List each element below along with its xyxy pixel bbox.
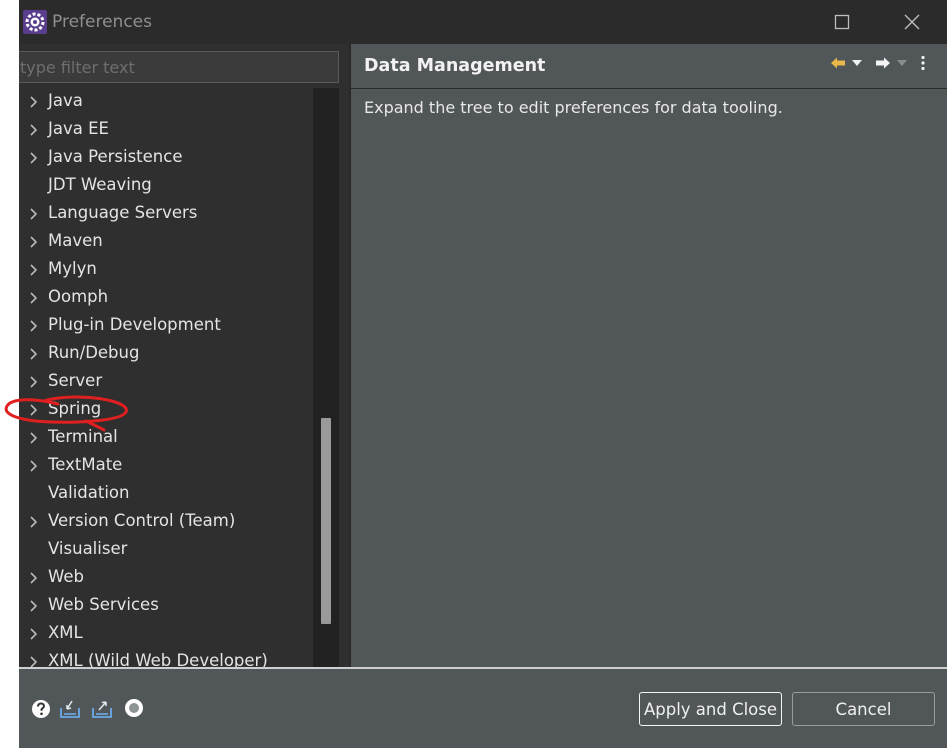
maximize-icon xyxy=(834,14,850,30)
minimize-button[interactable] xyxy=(736,0,806,44)
tree-item-label: TextMate xyxy=(48,455,123,474)
tree-item-web[interactable]: Web xyxy=(19,564,313,592)
tree-item-label: Web Services xyxy=(48,595,159,614)
tree-item-label: Server xyxy=(48,371,103,390)
chevron-right-icon[interactable] xyxy=(27,319,41,333)
tree-item-java-persistence[interactable]: Java Persistence xyxy=(19,144,313,172)
tree-item-textmate[interactable]: TextMate xyxy=(19,452,313,480)
tree-item-label: Java EE xyxy=(48,119,109,138)
tree-item-label: JDT Weaving xyxy=(48,175,152,194)
tree-item-label: Maven xyxy=(48,231,103,250)
tree-item-label: Java Persistence xyxy=(48,147,183,166)
chevron-right-icon[interactable] xyxy=(27,431,41,445)
chevron-right-icon[interactable] xyxy=(27,515,41,529)
tree-item-label: Oomph xyxy=(48,287,109,306)
tree-item-java[interactable]: Java xyxy=(19,88,313,116)
tree-item-mylyn[interactable]: Mylyn xyxy=(19,256,313,284)
import-icon[interactable] xyxy=(59,698,81,720)
tree-item-xml-wild-web-developer[interactable]: XML (Wild Web Developer) xyxy=(19,648,313,668)
back-arrow-icon xyxy=(831,57,845,69)
page-header: Data Management xyxy=(351,44,947,88)
apply-and-close-button[interactable]: Apply and Close xyxy=(639,692,782,726)
tree-item-maven[interactable]: Maven xyxy=(19,228,313,256)
preference-tree: Java Java EE Java Persistence JDT Weavin… xyxy=(19,88,313,668)
forward-menu-button[interactable] xyxy=(894,53,910,73)
tree-item-label: XML xyxy=(48,623,83,642)
page-title: Data Management xyxy=(364,56,546,76)
tree-item-run-debug[interactable]: Run/Debug xyxy=(19,340,313,368)
tree-item-label: Mylyn xyxy=(48,259,97,278)
view-menu-icon xyxy=(921,55,925,71)
chevron-right-icon[interactable] xyxy=(27,571,41,585)
tree-item-spring[interactable]: Spring xyxy=(19,396,313,424)
preferences-window: Preferences Java Java EE Java Persistenc… xyxy=(19,0,947,748)
tree-item-server[interactable]: Server xyxy=(19,368,313,396)
tree-item-label: Web xyxy=(48,567,84,586)
forward-arrow-icon xyxy=(876,57,890,69)
filter-input[interactable] xyxy=(19,51,339,83)
title-bar: Preferences xyxy=(19,0,947,44)
chevron-right-icon[interactable] xyxy=(27,459,41,473)
tree-item-label: Java xyxy=(48,91,83,110)
tree-item-label: Version Control (Team) xyxy=(48,511,236,530)
back-menu-button[interactable] xyxy=(849,53,865,73)
tree-item-plug-in-development[interactable]: Plug-in Development xyxy=(19,312,313,340)
preference-navigation-pane: Java Java EE Java Persistence JDT Weavin… xyxy=(19,44,349,668)
tree-item-label: Language Servers xyxy=(48,203,198,222)
chevron-right-icon[interactable] xyxy=(27,95,41,109)
tree-item-version-control-team[interactable]: Version Control (Team) xyxy=(19,508,313,536)
back-button[interactable] xyxy=(827,53,849,73)
tree-item-terminal[interactable]: Terminal xyxy=(19,424,313,452)
chevron-right-icon[interactable] xyxy=(27,375,41,389)
tree-item-label: Plug-in Development xyxy=(48,315,221,334)
close-window-button[interactable] xyxy=(877,0,947,44)
chevron-right-icon[interactable] xyxy=(27,235,41,249)
tree-item-xml[interactable]: XML xyxy=(19,620,313,648)
header-divider xyxy=(351,88,947,89)
forward-button[interactable] xyxy=(872,53,894,73)
eclipse-app-icon xyxy=(23,10,47,34)
window-title: Preferences xyxy=(52,12,152,32)
chevron-right-icon[interactable] xyxy=(27,627,41,641)
help-icon[interactable] xyxy=(30,698,52,720)
close-icon xyxy=(904,14,920,30)
tree-item-label: Validation xyxy=(48,483,130,502)
tree-item-language-servers[interactable]: Language Servers xyxy=(19,200,313,228)
tree-item-java-ee[interactable]: Java EE xyxy=(19,116,313,144)
tree-item-validation[interactable]: Validation xyxy=(19,480,313,508)
tree-item-web-services[interactable]: Web Services xyxy=(19,592,313,620)
chevron-right-icon[interactable] xyxy=(27,263,41,277)
tree-item-jdt-weaving[interactable]: JDT Weaving xyxy=(19,172,313,200)
tree-scrollbar-thumb[interactable] xyxy=(321,418,331,624)
tree-item-label: Run/Debug xyxy=(48,343,140,362)
oomph-record-icon[interactable] xyxy=(123,698,145,720)
chevron-right-icon[interactable] xyxy=(27,151,41,165)
pane-divider[interactable] xyxy=(349,44,351,668)
tree-item-visualiser[interactable]: Visualiser xyxy=(19,536,313,564)
tree-item-label: XML (Wild Web Developer) xyxy=(48,651,268,668)
chevron-right-icon[interactable] xyxy=(27,123,41,137)
chevron-right-icon[interactable] xyxy=(27,403,41,417)
forward-menu-icon xyxy=(897,60,907,66)
cancel-button[interactable]: Cancel xyxy=(792,692,935,726)
view-menu-button[interactable] xyxy=(914,53,932,73)
chevron-right-icon[interactable] xyxy=(27,291,41,305)
chevron-right-icon[interactable] xyxy=(27,207,41,221)
chevron-right-icon[interactable] xyxy=(27,599,41,613)
tree-item-label: Visualiser xyxy=(48,539,128,558)
dialog-footer: Apply and Close Cancel xyxy=(19,669,947,748)
export-icon[interactable] xyxy=(91,698,113,720)
tree-scrollbar[interactable] xyxy=(313,88,339,668)
minimize-icon xyxy=(765,21,777,23)
tree-item-oomph[interactable]: Oomph xyxy=(19,284,313,312)
page-description: Expand the tree to edit preferences for … xyxy=(364,98,783,117)
tree-item-label: Terminal xyxy=(48,427,118,446)
chevron-right-icon[interactable] xyxy=(27,347,41,361)
tree-item-label: Spring xyxy=(48,399,102,418)
maximize-button[interactable] xyxy=(807,0,877,44)
back-menu-icon xyxy=(852,60,862,66)
